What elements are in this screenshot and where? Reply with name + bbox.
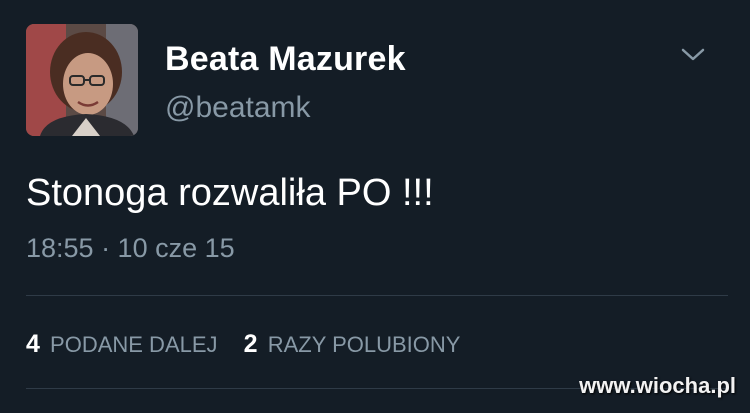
avatar[interactable] bbox=[26, 24, 138, 136]
author-name[interactable]: Beata Mazurek bbox=[165, 40, 406, 79]
tweet-stats: 4 PODANE DALEJ 2 RAZY POLUBIONY bbox=[26, 330, 480, 359]
retweets-stat[interactable]: 4 PODANE DALEJ bbox=[26, 330, 218, 359]
author-handle[interactable]: @beatamk bbox=[165, 91, 311, 125]
likes-count: 2 bbox=[243, 330, 258, 358]
retweets-label: PODANE DALEJ bbox=[50, 332, 218, 357]
likes-stat[interactable]: 2 RAZY POLUBIONY bbox=[244, 330, 461, 359]
tweet-timestamp[interactable]: 18:55 · 10 cze 15 bbox=[26, 233, 235, 264]
divider-top bbox=[26, 295, 728, 296]
watermark: www.wiocha.pl bbox=[579, 373, 736, 398]
tweet-text: Stonoga rozwaliła PO !!! bbox=[26, 172, 434, 214]
avatar-image bbox=[26, 24, 138, 136]
likes-label: RAZY POLUBIONY bbox=[267, 332, 461, 357]
retweets-count: 4 bbox=[26, 330, 40, 358]
tweet-card: Beata Mazurek @beatamk Stonoga rozwaliła… bbox=[0, 0, 750, 413]
chevron-down-icon[interactable] bbox=[678, 44, 708, 66]
